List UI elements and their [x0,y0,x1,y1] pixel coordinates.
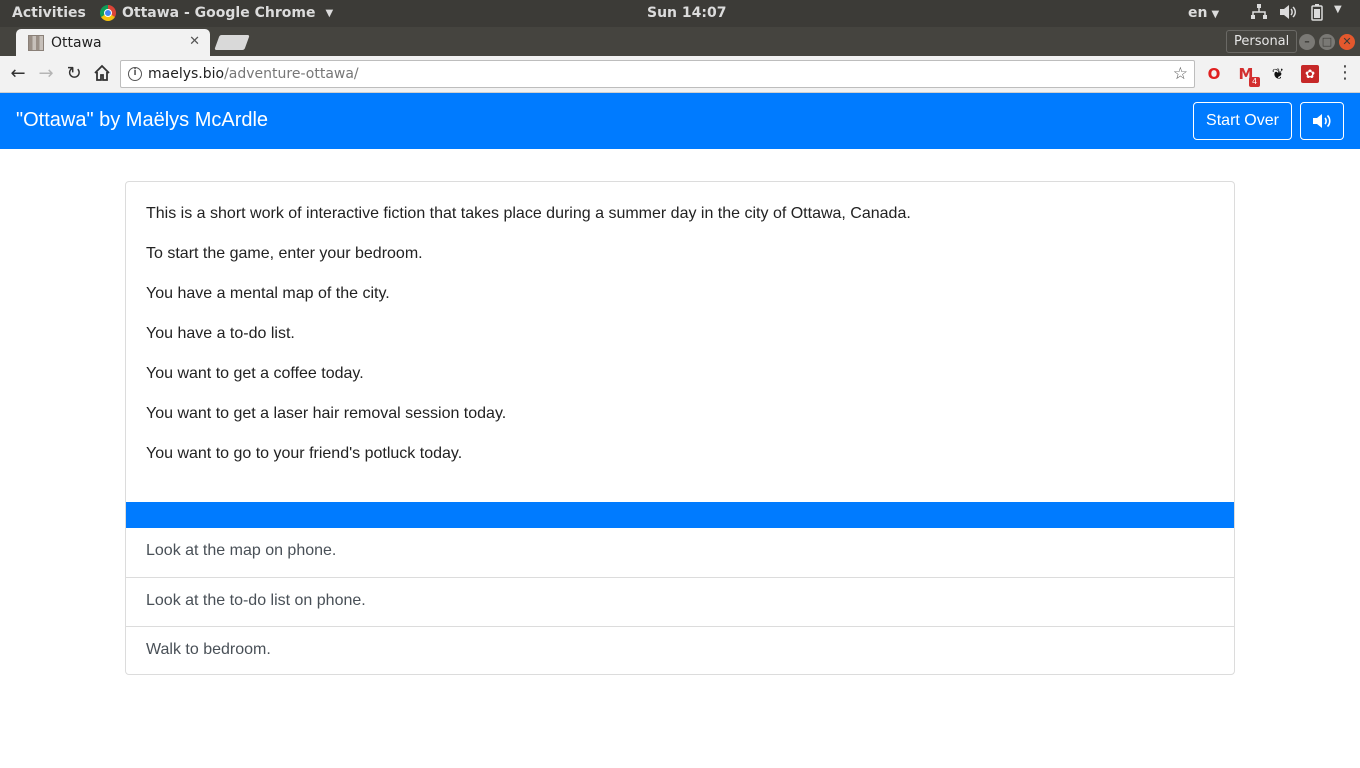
app-menu[interactable]: Ottawa - Google Chrome ▼ [100,5,333,21]
chrome-menu-icon[interactable]: ⋮ [1336,64,1354,82]
clock[interactable]: Sun 14:07 [647,5,726,21]
choice-look-at-map[interactable]: Look at the map on phone. [126,528,1234,577]
app-menu-label: Ottawa - Google Chrome [122,5,316,21]
chevron-down-icon: ▼ [1211,9,1220,20]
bookmark-star-icon[interactable]: ☆ [1173,64,1188,84]
volume-icon[interactable] [1279,4,1297,20]
chevron-down-icon: ▼ [325,7,334,19]
browser-toolbar: ← → ↻ i maelys.bio/adventure-ottawa/ ☆ [0,56,1360,93]
new-tab-button[interactable] [214,35,250,50]
story-text: This is a short work of interactive fict… [126,182,1234,484]
tab-title: Ottawa [51,34,102,51]
gnome-extension-icon[interactable]: ❦ [1269,65,1287,83]
url-path: /adventure-ottawa/ [224,66,359,82]
story-paragraph: You want to get a coffee today. [146,365,364,382]
page-title[interactable]: "Ottawa" by Maëlys McArdle [16,109,268,132]
reload-icon[interactable]: ↻ [64,64,84,84]
url-text: maelys.bio/adventure-ottawa/ [148,66,359,82]
choice-walk-to-bedroom[interactable]: Walk to bedroom. [126,626,1234,674]
close-tab-icon[interactable]: ✕ [189,34,200,49]
site-favicon-icon [28,34,44,51]
choice-list: Look at the map on phone. Look at the to… [126,528,1234,674]
volume-icon [1313,114,1331,128]
tab-ottawa[interactable]: Ottawa ✕ [16,29,210,56]
story-paragraph: You want to get a laser hair removal ses… [146,405,507,422]
language-label: en [1188,5,1208,21]
profile-button[interactable]: Personal [1226,30,1298,53]
story-paragraph: You want to go to your friend's potluck … [146,445,463,462]
back-arrow-icon[interactable]: ← [8,64,28,84]
media-extension-icon[interactable]: ✿ [1301,65,1319,83]
story-paragraph: To start the game, enter your bedroom. [146,245,423,262]
sound-toggle-button[interactable] [1300,102,1344,140]
home-icon[interactable] [92,64,112,84]
app-navbar: "Ottawa" by Maëlys McArdle Start Over [0,93,1360,149]
story-paragraph: You have a to-do list. [146,325,295,342]
battery-icon[interactable] [1311,4,1323,21]
gmail-unread-badge: 4 [1249,77,1261,87]
site-info-icon[interactable]: i [128,67,142,81]
story-card: This is a short work of interactive fict… [125,181,1235,675]
close-window-icon[interactable]: ✕ [1339,34,1355,50]
os-top-bar: Activities Ottawa - Google Chrome ▼ Sun … [0,0,1360,27]
url-host: maelys.bio [148,66,225,82]
tab-strip: Ottawa ✕ Personal – □ ✕ [0,27,1360,56]
activities-button[interactable]: Activities [12,5,86,21]
network-icon[interactable] [1250,4,1268,20]
language-indicator[interactable]: en ▼ [1188,5,1219,21]
minimize-icon[interactable]: – [1299,34,1315,50]
forward-arrow-icon[interactable]: → [36,64,56,84]
choices-header-bar [126,502,1234,528]
choice-look-at-todo[interactable]: Look at the to-do list on phone. [126,577,1234,626]
address-bar[interactable]: i maelys.bio/adventure-ottawa/ ☆ [120,60,1195,88]
opera-extension-icon[interactable]: O [1205,65,1223,83]
chrome-icon [100,5,116,21]
start-over-button[interactable]: Start Over [1193,102,1292,140]
system-menu-chevron-icon[interactable]: ▼ [1334,4,1342,15]
story-paragraph: You have a mental map of the city. [146,285,390,302]
maximize-icon[interactable]: □ [1319,34,1335,50]
story-paragraph: This is a short work of interactive fict… [146,205,911,222]
